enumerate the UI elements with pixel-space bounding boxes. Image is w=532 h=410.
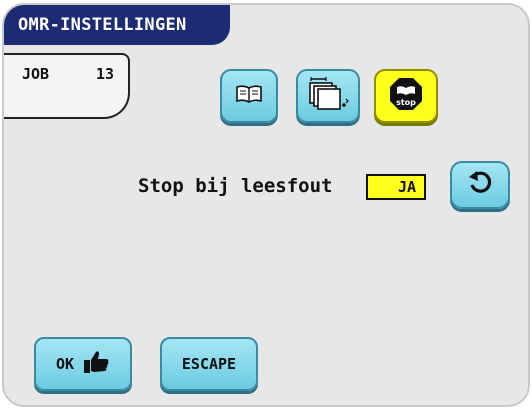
- omr-settings-panel: OMR-INSTELLINGEN JOB 13 stop Stop bij le…: [2, 3, 530, 407]
- cycle-arrow-icon: [465, 168, 495, 202]
- book-mode-button[interactable]: [220, 69, 278, 123]
- stop-on-read-error-value: JA: [366, 174, 426, 200]
- stop-icon-text: stop: [396, 98, 416, 107]
- toggle-value-button[interactable]: [450, 161, 510, 209]
- sheet-stack-icon: [306, 77, 350, 115]
- job-indicator: JOB 13: [4, 53, 130, 119]
- stop-icon: stop: [388, 76, 424, 116]
- stop-on-read-error-label: Stop bij leesfout: [138, 175, 333, 197]
- book-icon: [234, 83, 264, 109]
- escape-button[interactable]: ESCAPE: [160, 337, 258, 391]
- ok-button[interactable]: OK: [34, 337, 132, 391]
- job-label: JOB: [22, 65, 50, 83]
- stop-on-error-button[interactable]: stop: [374, 69, 438, 123]
- sheet-stack-button[interactable]: [296, 69, 360, 123]
- page-title: OMR-INSTELLINGEN: [4, 5, 230, 45]
- job-number: 13: [96, 65, 115, 83]
- ok-label: OK: [55, 355, 75, 373]
- thumbs-up-icon: [82, 349, 110, 379]
